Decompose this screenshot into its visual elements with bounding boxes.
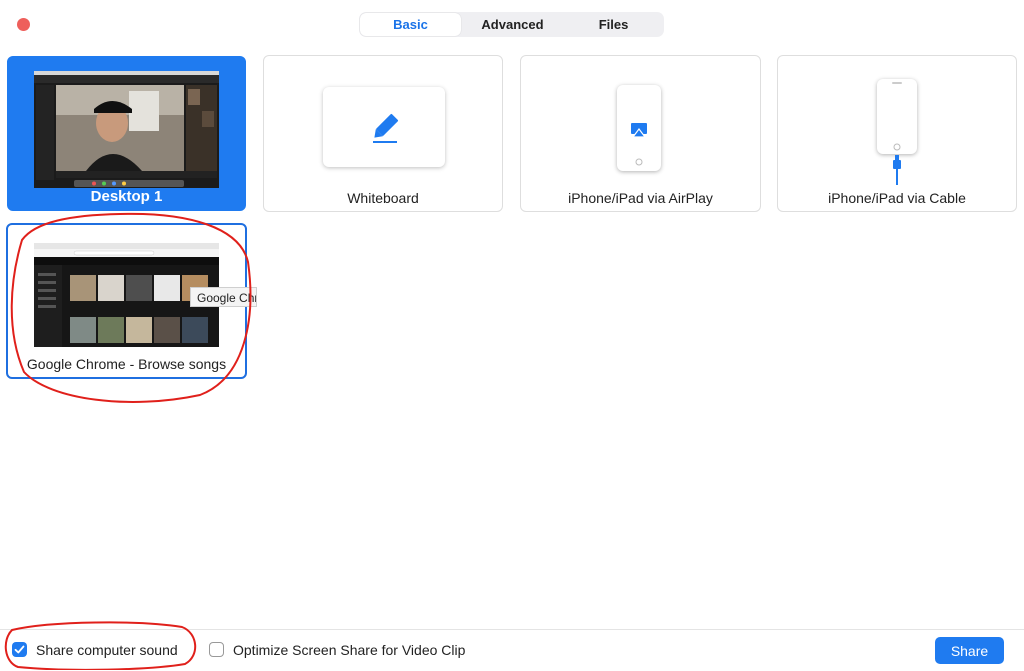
share-option-iphone-airplay[interactable]: iPhone/iPad via AirPlay bbox=[520, 55, 761, 212]
share-option-whiteboard[interactable]: Whiteboard bbox=[263, 55, 503, 212]
whiteboard-preview bbox=[323, 87, 445, 167]
window-title-tooltip: Google Chr bbox=[190, 287, 257, 307]
checkmark-icon bbox=[14, 645, 25, 654]
share-tabs: Basic Advanced Files bbox=[359, 12, 664, 37]
card-label-whiteboard: Whiteboard bbox=[347, 190, 419, 206]
footer-bar: Share computer sound Optimize Screen Sha… bbox=[0, 629, 1024, 671]
card-label-desktop: Desktop 1 bbox=[90, 188, 163, 205]
pen-icon bbox=[373, 113, 399, 143]
share-button[interactable]: Share bbox=[935, 637, 1004, 664]
iphone-airplay-preview bbox=[617, 85, 661, 171]
window-close-button[interactable] bbox=[17, 18, 30, 31]
card-label-cable: iPhone/iPad via Cable bbox=[828, 190, 966, 206]
share-sound-label[interactable]: Share computer sound bbox=[36, 642, 178, 658]
optimize-video-checkbox[interactable] bbox=[209, 642, 224, 657]
tab-files[interactable]: Files bbox=[563, 12, 664, 37]
iphone-cable-preview bbox=[877, 79, 917, 154]
share-sound-checkbox[interactable] bbox=[12, 642, 27, 657]
share-option-iphone-cable[interactable]: iPhone/iPad via Cable bbox=[777, 55, 1017, 212]
share-option-desktop-1[interactable]: Desktop 1 bbox=[7, 56, 246, 211]
optimize-video-label[interactable]: Optimize Screen Share for Video Clip bbox=[233, 642, 465, 658]
desktop-thumbnail bbox=[34, 71, 219, 188]
lightning-cable-icon bbox=[893, 155, 901, 185]
share-option-google-chrome[interactable]: Google Chr Google Chrome - Browse songs bbox=[6, 223, 257, 379]
card-label-airplay: iPhone/iPad via AirPlay bbox=[568, 190, 713, 206]
iphone-icon bbox=[892, 82, 902, 151]
card-label-chrome: Google Chrome - Browse songs bbox=[26, 356, 227, 372]
desktop-preview-image bbox=[34, 71, 219, 188]
tab-advanced[interactable]: Advanced bbox=[462, 12, 563, 37]
tab-basic[interactable]: Basic bbox=[360, 13, 461, 36]
airplay-icon bbox=[631, 123, 647, 166]
